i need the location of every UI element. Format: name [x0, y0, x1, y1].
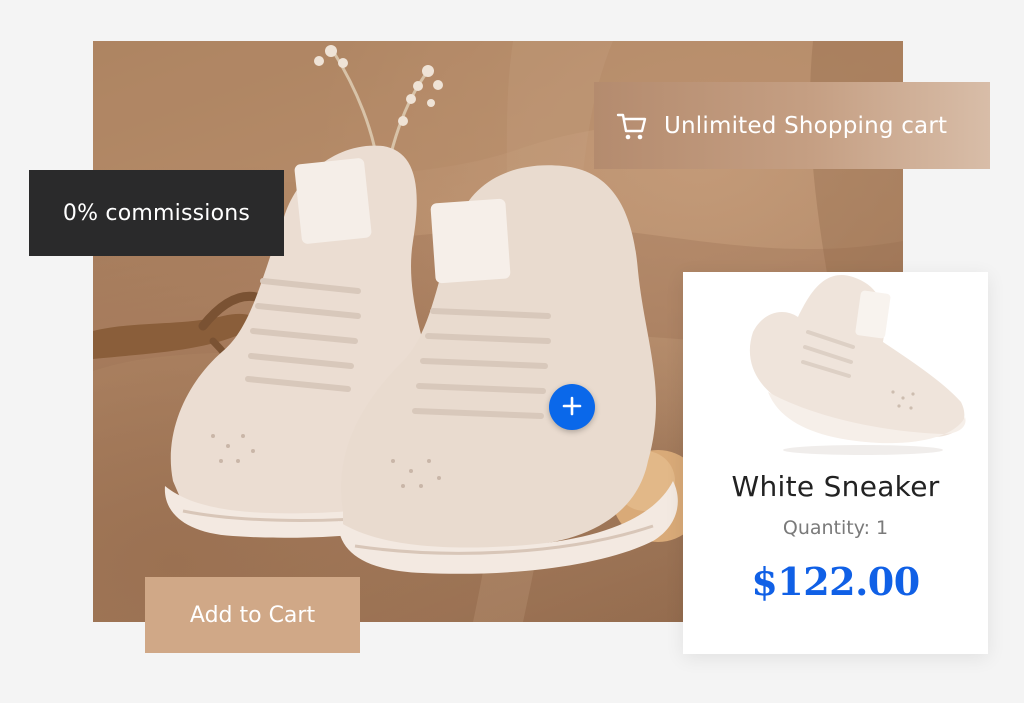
- product-quantity: Quantity: 1: [782, 517, 889, 539]
- product-card: White Sneaker Quantity: 1 $122.00: [683, 272, 988, 654]
- product-thumbnail: [749, 275, 966, 455]
- add-to-cart-button[interactable]: Add to Cart: [145, 577, 360, 653]
- unlimited-shopping-cart-badge: Unlimited Shopping cart: [594, 82, 990, 169]
- plus-icon: [561, 395, 583, 420]
- shopping-cart-icon: [616, 110, 648, 142]
- commissions-label: 0% commissions: [62, 200, 251, 226]
- product-name: White Sneaker: [731, 470, 940, 503]
- product-price: $122.00: [751, 559, 920, 604]
- add-hotspot-button[interactable]: [549, 384, 595, 430]
- commissions-badge: 0% commissions: [29, 170, 284, 256]
- unlimited-shopping-cart-label: Unlimited Shopping cart: [664, 112, 948, 139]
